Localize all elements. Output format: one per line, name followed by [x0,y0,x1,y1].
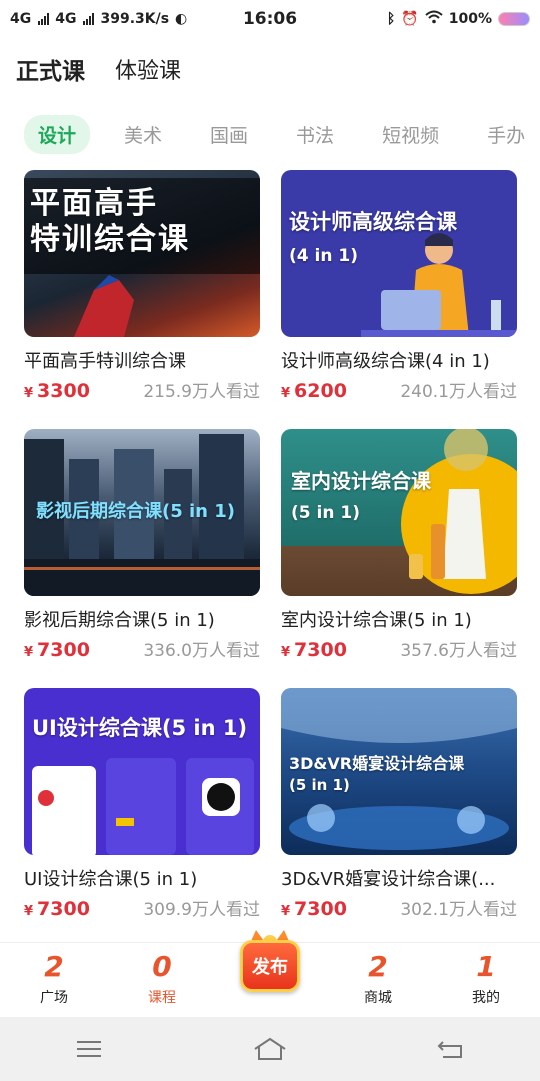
course-price: ¥7300 [281,898,347,920]
hero-figure-icon [74,275,134,337]
thumbnail-title: 3D&VR婚宴设计综合课 [289,754,465,773]
nav-courses[interactable]: 0 课程 [108,943,216,1017]
course-grid: 平面高手 特训综合课 平面高手特训综合课 ¥3300 215.9万人看过 设计师… [0,168,540,942]
course-type-tabs: 正式课 体验课 [0,38,540,100]
course-price: ¥7300 [281,639,347,661]
tab-formal-course[interactable]: 正式课 [16,52,85,90]
course-thumbnail: UI设计综合课(5 in 1) [24,688,260,855]
course-views: 240.1万人看过 [400,382,517,402]
category-chinese-painting[interactable]: 国画 [196,115,262,154]
nav-plaza[interactable]: 2 广场 [0,943,108,1017]
nav-courses-icon: 0 [152,950,172,983]
course-thumbnail: 设计师高级综合课 (4 in 1) [281,170,517,337]
course-title: 设计师高级综合课(4 in 1) [281,351,490,372]
course-title: 室内设计综合课(5 in 1) [281,610,472,631]
battery-icon [498,12,530,26]
course-thumbnail: 影视后期综合课(5 in 1) [24,429,260,596]
bluetooth-icon: ᛒ [386,11,396,27]
thumbnail-title: 平面高手 特训综合课 [30,186,190,257]
course-title: 3D&VR婚宴设计综合课(... [281,869,496,890]
course-thumbnail: 平面高手 特训综合课 [24,170,260,337]
course-meta: ¥7300 336.0万人看过 [24,636,260,661]
course-card[interactable]: UI设计综合课(5 in 1) UI设计综合课(5 in 1) ¥7300 30… [24,688,260,920]
course-meta: ¥3300 215.9万人看过 [24,377,260,402]
carrier-1: 4G [10,11,32,27]
network-speed: 399.3K/s [100,11,170,27]
carrier-2: 4G [55,11,77,27]
nav-plaza-icon: 2 [44,950,64,983]
publish-label: 发布 [240,940,300,992]
system-nav-bar [0,1017,540,1081]
course-views: 302.1万人看过 [400,900,517,920]
signal-icon-2 [83,13,95,25]
course-meta: ¥7300 357.6万人看过 [281,636,517,661]
designer-illustration-icon [361,233,517,337]
nav-mall-icon: 2 [368,950,388,983]
thumbnail-title: 影视后期综合课(5 in 1) [36,501,236,522]
category-short-video[interactable]: 短视频 [368,115,453,154]
menu-icon[interactable] [75,1038,103,1060]
nav-courses-label: 课程 [148,990,176,1006]
status-left: 4G 4G 399.3K/s ◐ [10,11,210,27]
course-card[interactable]: 室内设计综合课 (5 in 1) 室内设计综合课(5 in 1) ¥7300 3… [281,429,517,661]
course-card[interactable]: 平面高手 特训综合课 平面高手特训综合课 ¥3300 215.9万人看过 [24,170,260,402]
tab-trial-course[interactable]: 体验课 [115,53,181,85]
course-title: 平面高手特训综合课 [24,351,186,372]
publish-button[interactable]: 发布 [234,926,306,998]
course-card[interactable]: 影视后期综合课(5 in 1) 影视后期综合课(5 in 1) ¥7300 33… [24,429,260,661]
home-icon[interactable] [252,1037,288,1061]
course-thumbnail: 室内设计综合课 (5 in 1) [281,429,517,596]
nav-mall-label: 商城 [364,990,392,1006]
course-views: 336.0万人看过 [143,641,260,661]
globe-icon: ◐ [175,11,188,27]
nav-mine[interactable]: 1 我的 [432,943,540,1017]
thumbnail-subtitle: (5 in 1) [289,776,350,794]
app-screens-icon [32,758,254,855]
nav-mall[interactable]: 2 商城 [324,943,432,1017]
nav-mine-label: 我的 [472,990,500,1006]
thumbnail-title: 室内设计综合课 [291,469,431,493]
course-views: 215.9万人看过 [143,382,260,402]
course-title: UI设计综合课(5 in 1) [24,869,198,890]
course-card[interactable]: 3D&VR婚宴设计综合课 (5 in 1) 3D&VR婚宴设计综合课(... ¥… [281,688,517,920]
course-meta: ¥6200 240.1万人看过 [281,377,517,402]
course-price: ¥7300 [24,898,90,920]
course-views: 357.6万人看过 [400,641,517,661]
category-design[interactable]: 设计 [24,114,91,154]
nav-mine-icon: 1 [476,950,496,983]
course-meta: ¥7300 309.9万人看过 [24,895,260,920]
alarm-icon: ⏰ [401,11,419,27]
course-price: ¥7300 [24,639,90,661]
course-thumbnail: 3D&VR婚宴设计综合课 (5 in 1) [281,688,517,855]
status-right: ᛒ ⏰ 100% [387,10,530,28]
course-title: 影视后期综合课(5 in 1) [24,610,215,631]
battery-percent: 100% [448,11,492,27]
signal-icon [38,13,50,25]
category-calligraphy[interactable]: 书法 [282,115,348,154]
course-price: ¥3300 [24,380,90,402]
course-card[interactable]: 设计师高级综合课 (4 in 1) 设计师高级综合课(4 in 1) ¥6200… [281,170,517,402]
category-figures[interactable]: 手办 [473,115,539,154]
status-bar: 4G 4G 399.3K/s ◐ 16:06 ᛒ ⏰ 100% [0,0,540,38]
thumbnail-subtitle: (5 in 1) [291,503,360,523]
category-tabs: 设计 美术 国画 书法 短视频 手办 篆刻 [0,100,540,168]
wifi-icon [425,10,443,28]
course-price: ¥6200 [281,380,347,402]
course-meta: ¥7300 302.1万人看过 [281,895,517,920]
course-views: 309.9万人看过 [143,900,260,920]
thumbnail-subtitle: (4 in 1) [289,246,358,266]
thumbnail-title: UI设计综合课(5 in 1) [32,716,248,740]
nav-plaza-label: 广场 [40,990,68,1006]
category-art[interactable]: 美术 [110,115,176,154]
back-icon[interactable] [437,1038,465,1060]
